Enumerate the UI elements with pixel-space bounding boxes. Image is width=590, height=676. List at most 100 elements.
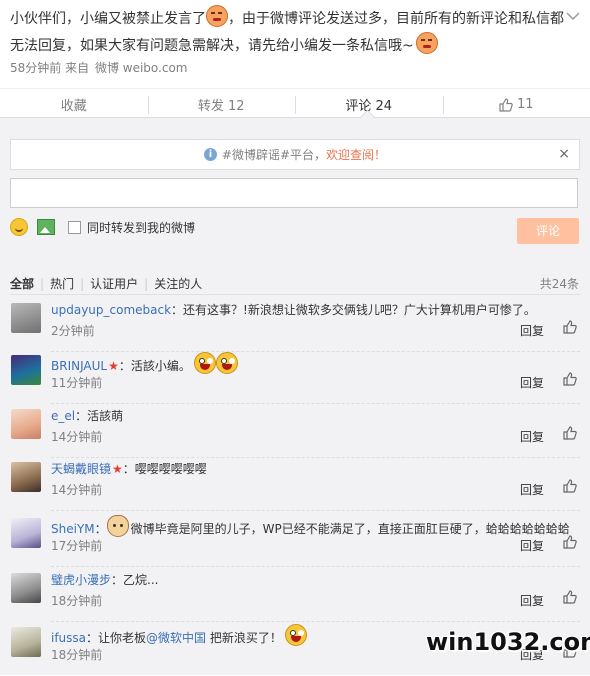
comment-time: 18分钟前 — [51, 592, 102, 609]
image-icon[interactable] — [37, 219, 55, 235]
like-button[interactable]: 11 — [443, 89, 590, 120]
thumbs-up-icon[interactable] — [563, 479, 577, 493]
filter-all[interactable]: 全部 — [10, 275, 34, 292]
comment-text: e_el：活該萌 — [51, 406, 581, 426]
post-source-prefix: 来自 — [65, 61, 89, 75]
filter-verified[interactable]: 认证用户 — [90, 275, 138, 292]
avatar[interactable] — [11, 355, 41, 385]
laugh-emoticon-icon — [285, 624, 307, 646]
comment-content-continued: 微博毕竟是阿里的儿子，WP已经不能满足了，直接正面肛巨硬了，蛤蛤蛤蛤蛤蛤蛤 — [131, 522, 570, 536]
thumbs-up-icon[interactable] — [563, 590, 577, 604]
repost-checkbox[interactable] — [68, 221, 81, 234]
comment-username[interactable]: ifussa — [51, 631, 86, 645]
comment-time: 17分钟前 — [51, 537, 102, 554]
reply-button[interactable]: 回复 — [520, 481, 544, 498]
info-icon: i — [204, 148, 217, 161]
divider — [10, 294, 580, 295]
watermark: win1032.com — [426, 628, 590, 656]
angry-emoticon-icon — [416, 32, 438, 54]
comment-time: 11分钟前 — [51, 374, 102, 391]
repost-label: 转发 12 — [198, 95, 245, 114]
post-action-bar: 收藏 转发 12 评论 24 11 — [0, 88, 590, 120]
avatar[interactable] — [11, 573, 41, 603]
post-source[interactable]: 微博 weibo.com — [95, 61, 188, 75]
reply-button[interactable]: 回复 — [520, 592, 544, 609]
like-count: 11 — [517, 97, 534, 112]
comment-username[interactable]: BRINJAUL — [51, 359, 107, 373]
thumbs-up-icon[interactable] — [563, 426, 577, 440]
filter-following[interactable]: 关注的人 — [154, 275, 202, 292]
close-icon[interactable]: × — [558, 146, 570, 162]
comment-username[interactable]: 天蝎戴眼镜 — [51, 462, 111, 476]
comment-item: SheiYM： 微博毕竟是阿里的儿子，WP已经不能满足了，直接正面肛巨硬了，蛤蛤蛤… — [10, 515, 580, 567]
thumbs-up-icon[interactable] — [563, 320, 577, 334]
angry-emoticon-icon — [206, 5, 228, 27]
thumbs-up-icon — [499, 98, 513, 112]
thumbs-up-icon[interactable] — [563, 372, 577, 386]
comment-username[interactable]: SheiYM — [51, 522, 95, 536]
divider — [51, 566, 580, 567]
comment-text: 璧虎小漫步：乙烷... — [51, 570, 581, 590]
comment-text: SheiYM： 微博毕竟是阿里的儿子，WP已经不能满足了，直接正面肛巨硬了，蛤蛤蛤… — [51, 515, 581, 539]
avatar[interactable] — [11, 409, 41, 439]
reply-button[interactable]: 回复 — [520, 322, 544, 339]
avatar[interactable] — [11, 303, 41, 333]
post-content: 小伙伴们，小编又被禁止发言了，由于微博评论发送过多，目前所有的新评论和私信都无法… — [10, 5, 570, 59]
comment-text: BRINJAUL★：活該小编。 — [51, 352, 581, 376]
vip-star-icon: ★ — [108, 356, 119, 376]
comment-item: 璧虎小漫步：乙烷... 18分钟前 回复 — [10, 570, 580, 622]
dog-emoticon-icon — [107, 515, 129, 537]
vip-star-icon: ★ — [112, 459, 123, 479]
divider — [51, 621, 580, 622]
comment-item: 天蝎戴眼镜★：嘤嘤嘤嘤嘤嘤 14分钟前 回复 — [10, 459, 580, 511]
comment-username[interactable]: 璧虎小漫步 — [51, 573, 111, 587]
divider — [51, 510, 580, 511]
composer-tools: 同时转发到我的微博 — [10, 218, 195, 236]
comment-content: ：乙烷... — [111, 573, 158, 587]
comment-total: 共24条 — [540, 275, 579, 292]
submit-comment-button[interactable]: 评论 — [517, 218, 579, 244]
reply-button[interactable]: 回复 — [520, 537, 544, 554]
avatar[interactable] — [11, 518, 41, 548]
reply-button[interactable]: 回复 — [520, 374, 544, 391]
comment-time: 14分钟前 — [51, 481, 102, 498]
collect-button[interactable]: 收藏 — [0, 89, 148, 120]
avatar[interactable] — [11, 627, 41, 657]
comment-time: 14分钟前 — [51, 428, 102, 445]
comment-content: ：活該萌 — [75, 409, 123, 423]
post-time[interactable]: 58分钟前 — [10, 61, 61, 75]
avatar[interactable] — [11, 462, 41, 492]
comment-username[interactable]: updayup_comeback — [51, 303, 171, 317]
repost-button[interactable]: 转发 12 — [148, 89, 296, 120]
laugh-emoticon-icon — [216, 352, 238, 374]
comment-filters: 全部 | 热门 | 认证用户 | 关注的人 — [10, 275, 202, 292]
post-text: 小伙伴们，小编又被禁止发言了，由于微博评论发送过多，目前所有的新评论和私信都无法… — [10, 5, 570, 59]
comment-item: BRINJAUL★：活該小编。 11分钟前 回复 — [10, 352, 580, 404]
post-text-part1: 小伙伴们，小编又被禁止发言了 — [10, 11, 206, 27]
comment-time: 18分钟前 — [51, 646, 102, 663]
comment-text: updayup_comeback：还有这事？!新浪想让微软多交俩钱儿吧？广大计算… — [51, 300, 581, 320]
comment-content: ：活該小编。 — [119, 359, 191, 373]
comment-input[interactable] — [10, 178, 578, 208]
separator: | — [40, 277, 44, 291]
thumbs-up-icon[interactable] — [563, 535, 577, 549]
notice-link[interactable]: 欢迎查阅！ — [326, 146, 386, 163]
separator: | — [80, 277, 84, 291]
filter-hot[interactable]: 热门 — [50, 275, 74, 292]
reply-button[interactable]: 回复 — [520, 428, 544, 445]
separator: | — [144, 277, 148, 291]
comment-content-continued: 把新浪买了！ — [206, 631, 282, 645]
comment-time: 2分钟前 — [51, 322, 95, 339]
comment-content: ：还有这事？!新浪想让微软多交俩钱儿吧？广大计算机用户可惨了。 — [171, 303, 536, 317]
comment-text: 天蝎戴眼镜★：嘤嘤嘤嘤嘤嘤 — [51, 459, 581, 479]
divider — [51, 457, 580, 458]
comment-content: ：嘤嘤嘤嘤嘤嘤 — [123, 462, 207, 476]
mention-link[interactable]: @微软中国 — [146, 631, 206, 645]
comment-item: e_el：活該萌 14分钟前 回复 — [10, 406, 580, 458]
emoji-icon[interactable] — [10, 218, 28, 236]
post-meta: 58分钟前 来自 微博 weibo.com — [10, 59, 188, 76]
repost-checkbox-label: 同时转发到我的微博 — [87, 219, 195, 236]
comment-username[interactable]: e_el — [51, 409, 75, 423]
comment-content: ： — [95, 522, 107, 536]
chevron-down-icon[interactable] — [566, 6, 580, 25]
